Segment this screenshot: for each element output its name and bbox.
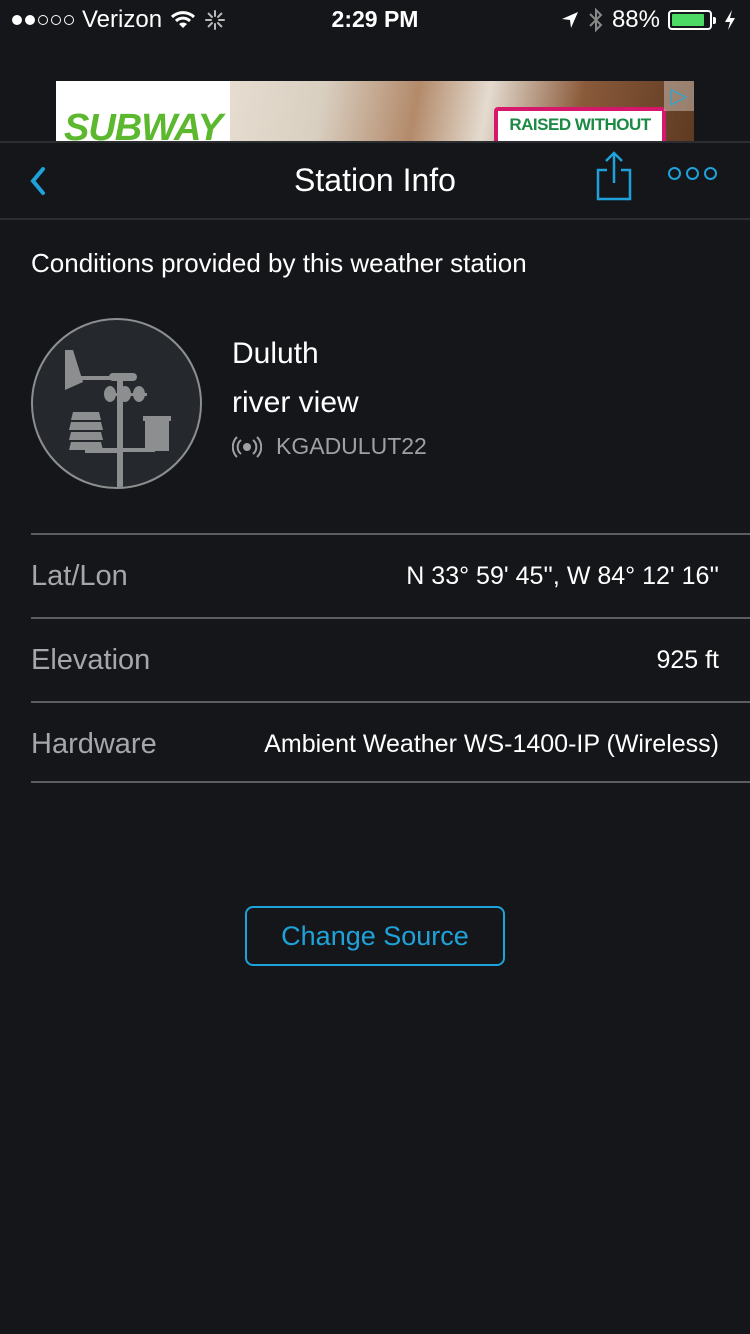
page-title: Station Info — [294, 162, 456, 198]
weather-station-graphic — [65, 350, 171, 487]
more-dot-icon — [668, 167, 681, 180]
detail-row-hardware: Hardware Ambient Weather WS-1400-IP (Wir… — [31, 701, 750, 783]
charging-bolt-icon — [725, 10, 735, 30]
intro-text: Conditions provided by this weather stat… — [31, 248, 527, 278]
change-source-button[interactable]: Change Source — [245, 906, 505, 966]
share-button[interactable] — [594, 149, 634, 201]
broadcast-icon — [232, 435, 262, 459]
detail-label: Elevation — [31, 644, 151, 676]
more-options-button[interactable] — [668, 167, 717, 180]
station-details-table: Lat/Lon N 33° 59' 45'', W 84° 12' 16'' E… — [31, 533, 750, 783]
ad-photo: RAISED WITHOUT — [230, 81, 694, 141]
more-dot-icon — [686, 167, 699, 180]
detail-label: Hardware — [31, 728, 157, 760]
more-dot-icon — [704, 167, 717, 180]
bluetooth-icon — [589, 7, 603, 33]
detail-row-elevation: Elevation 925 ft — [31, 617, 750, 701]
detail-label: Lat/Lon — [31, 560, 128, 592]
location-arrow-icon — [561, 12, 578, 28]
share-icon — [596, 151, 632, 201]
battery-fill — [672, 14, 704, 26]
weather-station-icon — [31, 318, 202, 489]
station-id: KGADULUT22 — [276, 433, 427, 459]
detail-value: N 33° 59' 45'', W 84° 12' 16'' — [406, 562, 719, 590]
detail-value: Ambient Weather WS-1400-IP (Wireless) — [264, 730, 719, 758]
status-right: 88% — [560, 6, 736, 34]
ad-badge-text: RAISED WITHOUT — [509, 115, 651, 134]
ad-banner[interactable]: SUBWAY RAISED WITHOUT ▷ — [56, 81, 694, 141]
ad-badge: RAISED WITHOUT — [494, 107, 666, 141]
battery-percent: 88% — [611, 6, 660, 33]
battery-icon — [668, 10, 716, 30]
detail-value: 925 ft — [656, 646, 719, 674]
detail-row-lat-lon: Lat/Lon N 33° 59' 45'', W 84° 12' 16'' — [31, 533, 750, 617]
navigation-bar: Station Info — [0, 141, 750, 220]
station-id-row: KGADULUT22 — [232, 433, 427, 460]
ad-logo-area: SUBWAY — [56, 81, 230, 141]
ad-brand-logo: SUBWAY — [64, 107, 223, 141]
station-subname: river view — [232, 386, 359, 419]
station-name: Duluth — [232, 337, 319, 370]
ad-choices-icon[interactable]: ▷ — [664, 81, 694, 111]
status-bar: Verizon 2:29 PM 88% — [0, 0, 750, 40]
